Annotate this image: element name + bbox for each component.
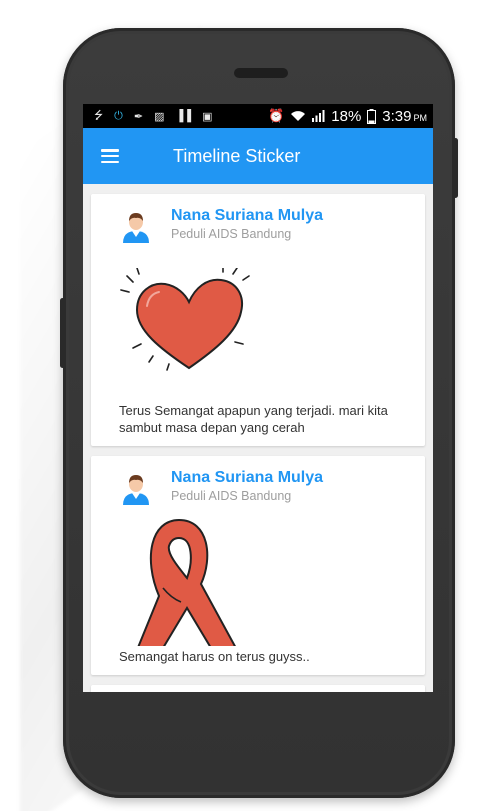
signal-icon	[312, 110, 325, 122]
author-organization: Peduli AIDS Bandung	[171, 227, 292, 241]
volume-button	[60, 298, 65, 368]
post-card[interactable]	[91, 685, 425, 692]
usb-icon: ⭍	[94, 109, 104, 122]
notification-icons: ⭍ ⏻ ✒ ▨ ▐▐ ▣	[89, 107, 213, 126]
timeline-feed[interactable]: Nana Suriana Mulya Peduli AIDS Bandung T…	[83, 184, 433, 692]
author-name[interactable]: Nana Suriana Mulya	[171, 206, 323, 226]
avatar-icon[interactable]	[119, 471, 153, 505]
post-card[interactable]: Nana Suriana Mulya Peduli AIDS Bandung S…	[91, 456, 425, 675]
post-card[interactable]: Nana Suriana Mulya Peduli AIDS Bandung T…	[91, 194, 425, 446]
system-icons: ⏰ 18% 3:39 PM	[268, 108, 427, 125]
author-organization: Peduli AIDS Bandung	[171, 489, 292, 503]
sticker-image[interactable]	[101, 268, 415, 388]
bolt-icon: ✒	[133, 110, 144, 123]
image-icon: ▨	[154, 110, 165, 123]
app-bar: Timeline Sticker	[83, 128, 433, 184]
heart-sticker-icon	[120, 268, 250, 371]
wifi-icon	[291, 111, 306, 121]
author-name[interactable]: Nana Suriana Mulya	[171, 468, 323, 488]
hamburger-menu-icon[interactable]	[101, 149, 119, 163]
sticker-image[interactable]	[101, 518, 415, 646]
post-caption: Terus Semangat apapun yang terjadi. mari…	[119, 403, 388, 435]
alarm-icon: ⏰	[268, 108, 285, 123]
earpiece-speaker	[234, 68, 288, 78]
status-bar: ⭍ ⏻ ✒ ▨ ▐▐ ▣ ⏰ 18% 3:39 PM	[83, 104, 433, 128]
power-icon: ⏻	[114, 109, 123, 122]
briefcase-icon: ▣	[202, 110, 213, 123]
battery-icon	[367, 108, 377, 124]
screen: ⭍ ⏻ ✒ ▨ ▐▐ ▣ ⏰ 18% 3:39 PM Timeline Stic…	[83, 104, 433, 692]
power-button	[453, 138, 458, 198]
post-header: Nana Suriana Mulya Peduli AIDS Bandung	[101, 206, 415, 246]
post-caption: Semangat harus on terus guyss..	[119, 649, 310, 664]
battery-percent: 18%	[331, 107, 362, 125]
clock-ampm: PM	[413, 112, 428, 123]
barcode-icon: ▐▐	[175, 110, 192, 122]
app-title: Timeline Sticker	[173, 145, 301, 166]
clock-time: 3:39	[382, 107, 412, 125]
avatar-icon[interactable]	[119, 209, 153, 243]
post-header: Nana Suriana Mulya Peduli AIDS Bandung	[101, 468, 415, 508]
red-ribbon-sticker-icon	[137, 518, 236, 646]
